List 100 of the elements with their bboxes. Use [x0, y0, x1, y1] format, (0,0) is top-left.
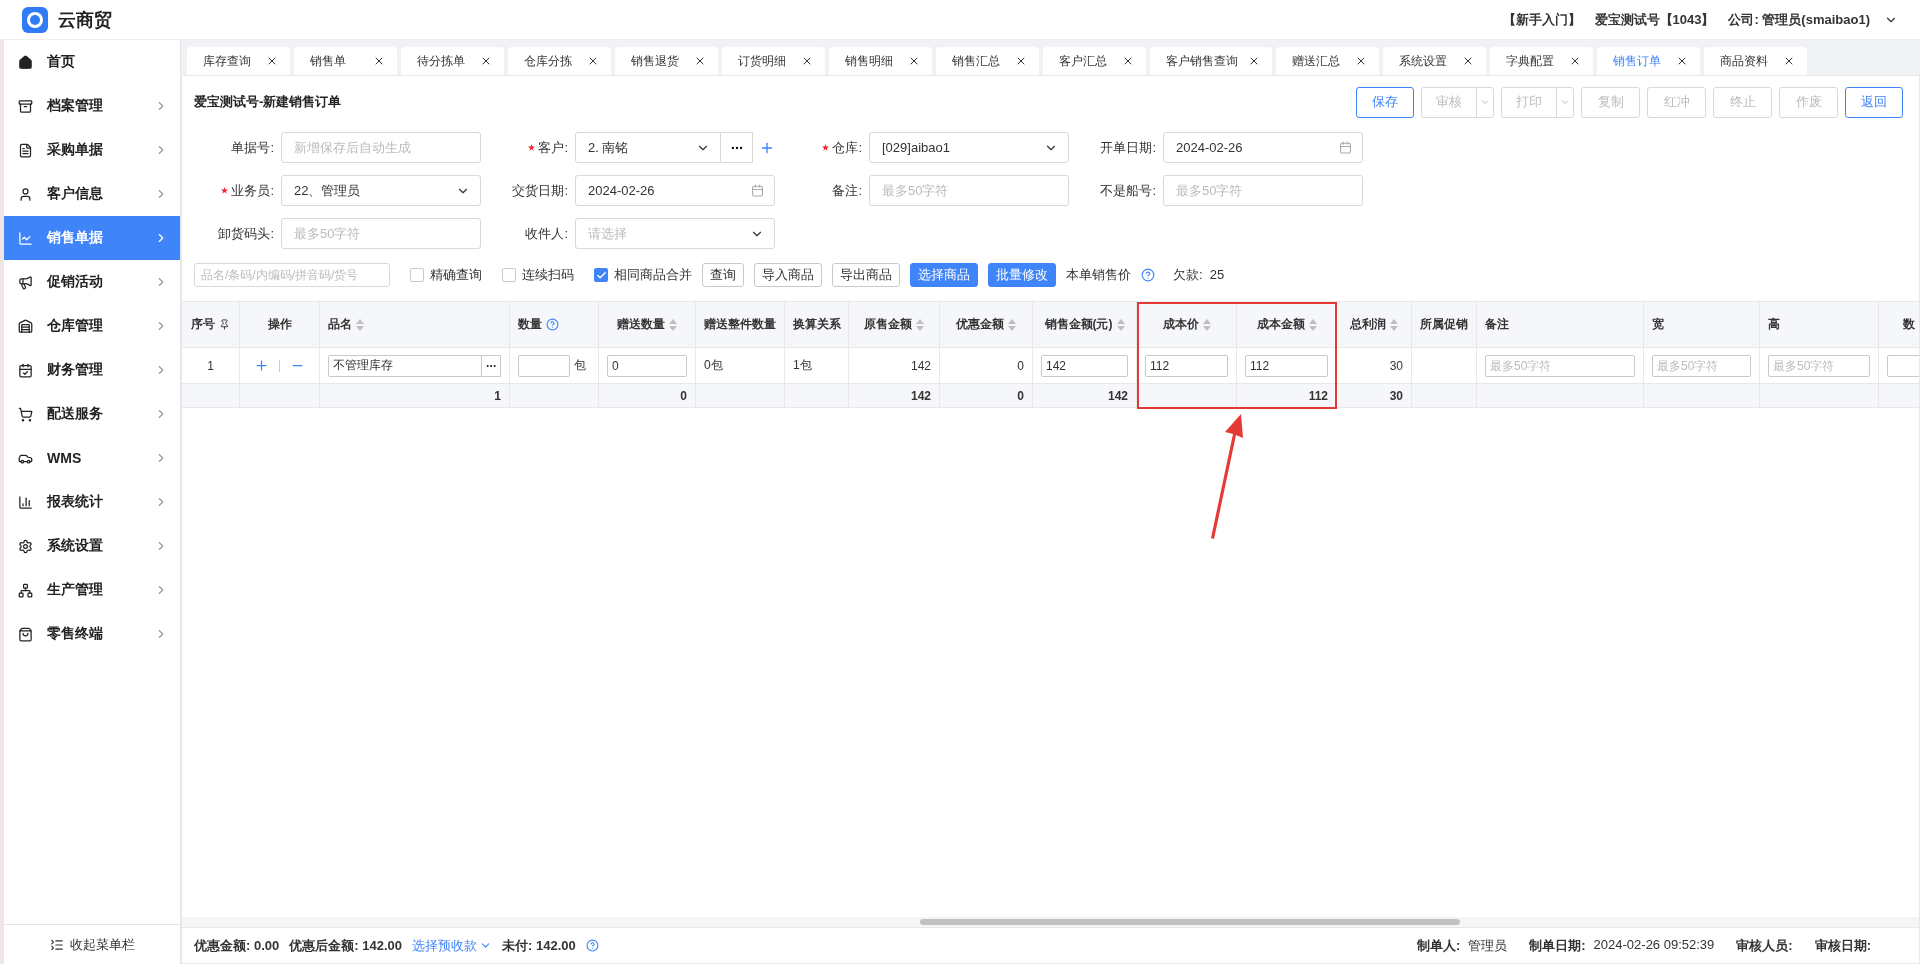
more-button[interactable] [481, 354, 501, 377]
sidebar-item[interactable]: 客户信息 [4, 172, 180, 216]
sidebar-item[interactable]: 首页 [4, 40, 180, 84]
input-field[interactable]: 112 [1245, 354, 1328, 377]
calendar-icon [1339, 141, 1352, 154]
tab[interactable]: 赠送汇总 [1276, 47, 1379, 75]
input-field[interactable] [1887, 354, 1919, 377]
checkbox[interactable] [410, 268, 424, 282]
tab[interactable]: 商品资料 [1704, 47, 1807, 75]
toolbar-button[interactable]: 导入商品 [754, 263, 822, 287]
field-input[interactable]: [029]aibao1 [880, 139, 1038, 156]
account-menu[interactable]: 公司: 管理员(smaibao1) [1728, 10, 1870, 29]
field-input[interactable]: 2024-02-26 [586, 182, 745, 199]
close-icon[interactable] [1783, 55, 1795, 67]
field-input[interactable]: 最多50字符 [292, 225, 470, 242]
close-icon[interactable] [1015, 55, 1027, 67]
action-button[interactable]: 保存 [1356, 86, 1414, 118]
tab[interactable]: 字典配置 [1490, 47, 1593, 75]
text-field[interactable]: 新增保存后自动生成 [281, 132, 481, 163]
table-cell: 1包 [785, 348, 849, 383]
action-button[interactable]: 返回 [1845, 86, 1903, 118]
product-field[interactable]: 不管理库存 [328, 354, 483, 377]
toolbar-button[interactable]: 选择商品 [910, 263, 978, 287]
field-input[interactable]: 最多50字符 [1174, 182, 1352, 199]
close-icon[interactable] [908, 55, 920, 67]
field-input[interactable]: 请选择 [586, 225, 744, 242]
tab[interactable]: 库存查询 [187, 47, 290, 75]
sidebar-item[interactable]: 零售终端 [4, 612, 180, 656]
select-field[interactable]: 22、管理员 [281, 175, 481, 206]
input-field[interactable]: 最多50字符 [1768, 354, 1870, 377]
tab[interactable]: 订货明细 [722, 47, 825, 75]
close-icon[interactable] [1122, 55, 1134, 67]
close-icon[interactable] [373, 55, 385, 67]
cabinet-icon [18, 98, 33, 114]
sidebar-item[interactable]: 促销活动 [4, 260, 180, 304]
tab[interactable]: 销售明细 [829, 47, 932, 75]
sidebar-item[interactable]: 销售单据 [4, 216, 180, 260]
sidebar-item[interactable]: 系统设置 [4, 524, 180, 568]
tab[interactable]: 待分拣单 [401, 47, 504, 75]
close-icon[interactable] [1355, 55, 1367, 67]
add-icon[interactable] [254, 358, 269, 373]
field-input[interactable]: 22、管理员 [292, 182, 450, 199]
select-field[interactable]: 请选择 [575, 218, 775, 249]
header-link[interactable]: 爱宝测试号【1043】 [1594, 10, 1715, 29]
checkbox[interactable] [594, 268, 608, 282]
sidebar-item[interactable]: 仓库管理 [4, 304, 180, 348]
text-field[interactable]: 最多50字符 [869, 175, 1069, 206]
close-icon[interactable] [1676, 55, 1688, 67]
scrollbar-thumb[interactable] [920, 919, 1460, 925]
date-field[interactable]: 2024-02-26 [575, 175, 775, 206]
select-field[interactable]: 2. 南铭 [575, 132, 721, 163]
text-field[interactable]: 最多50字符 [281, 218, 481, 249]
field-input[interactable]: 2. 南铭 [586, 139, 690, 156]
tab[interactable]: 客户汇总 [1043, 47, 1146, 75]
help-icon[interactable] [1141, 268, 1155, 282]
sidebar-item[interactable]: 采购单据 [4, 128, 180, 172]
input-field[interactable]: 112 [1145, 354, 1228, 377]
field-input[interactable]: 新增保存后自动生成 [292, 139, 470, 156]
sidebar-item[interactable]: 生产管理 [4, 568, 180, 612]
prepayment-link[interactable]: 选择预收款 [412, 936, 492, 955]
input-field[interactable]: 最多50字符 [1485, 354, 1635, 377]
close-icon[interactable] [480, 55, 492, 67]
close-icon[interactable] [1569, 55, 1581, 67]
tab[interactable]: 销售退货 [615, 47, 718, 75]
sidebar-item[interactable]: WMS [4, 436, 180, 480]
toolbar-button[interactable]: 查询 [702, 263, 744, 287]
field-input[interactable]: 2024-02-26 [1174, 139, 1333, 156]
select-field[interactable]: [029]aibao1 [869, 132, 1069, 163]
close-icon[interactable] [1248, 55, 1260, 67]
text-field[interactable]: 最多50字符 [1163, 175, 1363, 206]
input-field[interactable]: 142 [1041, 354, 1128, 377]
tab[interactable]: 销售单 [294, 47, 397, 75]
sidebar-item[interactable]: 财务管理 [4, 348, 180, 392]
help-icon[interactable] [546, 318, 559, 331]
search-field[interactable]: 品名/条码/内编码/拼音码/货号 [194, 263, 390, 287]
close-icon[interactable] [801, 55, 813, 67]
close-icon[interactable] [587, 55, 599, 67]
close-icon[interactable] [266, 55, 278, 67]
help-icon[interactable] [585, 939, 599, 952]
collapse-menu-button[interactable]: 收起菜单栏 [4, 924, 180, 964]
tab[interactable]: 客户销售查询 [1150, 47, 1272, 75]
checkbox[interactable] [502, 268, 516, 282]
header-link[interactable]: 【新手入门】 [1502, 10, 1581, 29]
input-field[interactable]: 0 [607, 354, 687, 377]
tab[interactable]: 销售订单 [1597, 47, 1700, 75]
date-field[interactable]: 2024-02-26 [1163, 132, 1363, 163]
sidebar-item[interactable]: 配送服务 [4, 392, 180, 436]
close-icon[interactable] [694, 55, 706, 67]
toolbar-button[interactable]: 批量修改 [988, 263, 1056, 287]
tab[interactable]: 系统设置 [1383, 47, 1486, 75]
input-field[interactable]: 最多50字符 [1652, 354, 1751, 377]
field-input[interactable]: 最多50字符 [880, 182, 1058, 199]
tab[interactable]: 仓库分拣 [508, 47, 611, 75]
quantity-field[interactable] [518, 354, 570, 377]
toolbar-button[interactable]: 导出商品 [832, 263, 900, 287]
tab[interactable]: 销售汇总 [936, 47, 1039, 75]
pin-icon[interactable] [219, 319, 230, 330]
sidebar-item[interactable]: 档案管理 [4, 84, 180, 128]
sidebar-item[interactable]: 报表统计 [4, 480, 180, 524]
close-icon[interactable] [1462, 55, 1474, 67]
